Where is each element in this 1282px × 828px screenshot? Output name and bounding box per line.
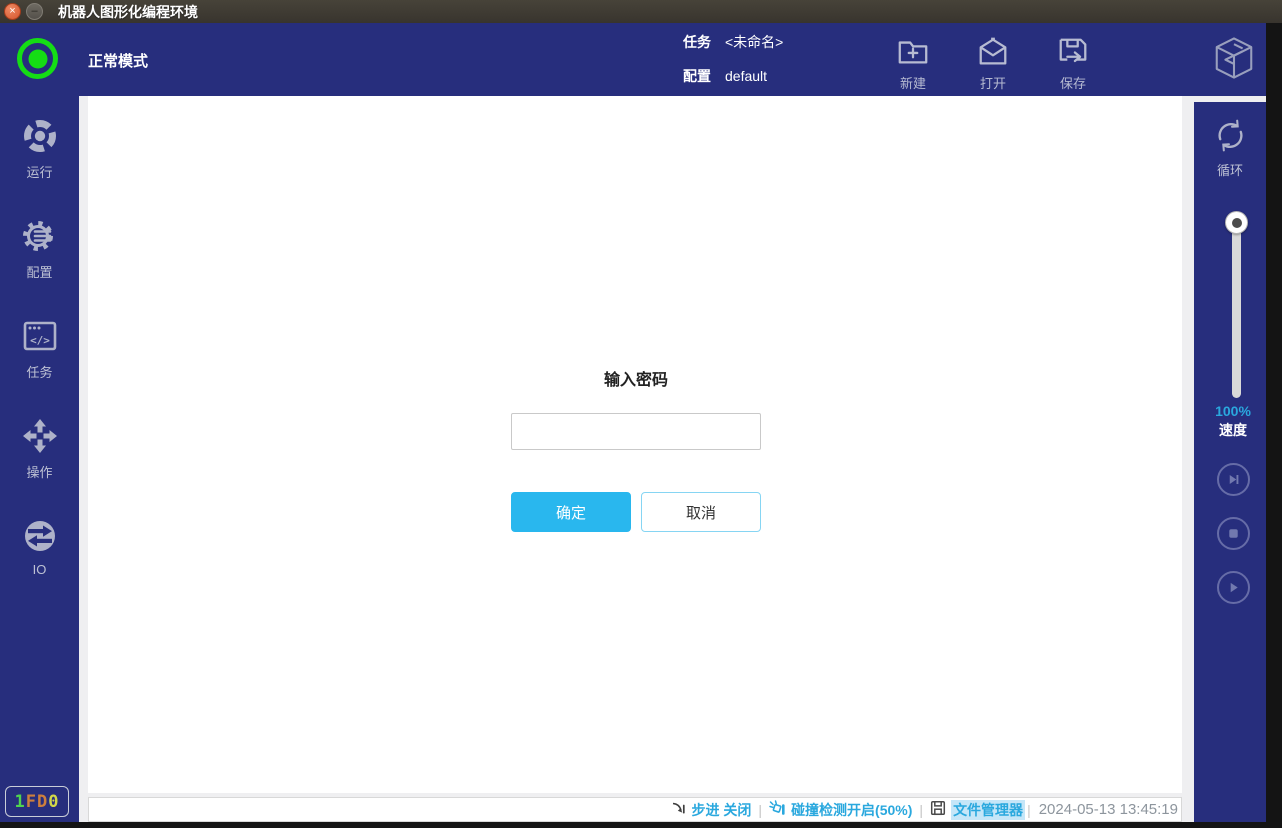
task-label: 任务 (683, 32, 711, 52)
cancel-button[interactable]: 取消 (641, 492, 761, 532)
app-header: 正常模式 任务 <未命名> 配置 default 新建 (0, 23, 1266, 96)
speed-label: 速度 (1200, 420, 1266, 440)
save-floppy-arrow-icon (1056, 35, 1090, 69)
new-folder-plus-icon (896, 35, 930, 69)
main-content: 输入密码 确定 取消 (88, 96, 1182, 793)
loop-cycle-icon (1212, 117, 1249, 154)
speed-slider-knob[interactable] (1225, 211, 1248, 234)
open-button[interactable]: 打开 (953, 35, 1033, 92)
file-manager-button[interactable]: 文件管理器 (930, 800, 1025, 820)
statusbar-separator: | (919, 802, 923, 818)
clock-timestamp: 2024-05-13 13:45:19 (1039, 801, 1178, 818)
step-arrow-icon (671, 800, 687, 819)
badge-part-1: 1 (15, 792, 26, 812)
statusbar-separator: | (1027, 802, 1031, 818)
sidebar-item-task[interactable]: </> 任务 (0, 317, 79, 381)
loop-button[interactable]: 循环 (1194, 117, 1266, 179)
speed-value: 100% (1200, 403, 1266, 419)
task-code-window-icon: </> (21, 317, 59, 355)
speed-readout: 100% 速度 (1194, 403, 1266, 440)
dialog-buttons: 确定 取消 (511, 492, 761, 532)
close-icon[interactable]: × (4, 3, 21, 20)
new-label: 新建 (900, 73, 926, 92)
task-value: <未命名> (725, 32, 783, 52)
file-manager-label: 文件管理器 (951, 800, 1025, 820)
app-window: 正常模式 任务 <未命名> 配置 default 新建 (0, 23, 1266, 822)
os-titlebar: × – 机器人图形化编程环境 (0, 0, 1282, 23)
loop-label: 循环 (1217, 160, 1243, 179)
badge-part-2: FD (26, 792, 48, 812)
ok-button[interactable]: 确定 (511, 492, 631, 532)
mode-indicator-icon[interactable] (17, 38, 58, 79)
step-mode-status[interactable]: 步进 关闭 (671, 800, 752, 820)
task-row: 任务 <未命名> (683, 32, 783, 52)
stop-icon (1226, 526, 1241, 541)
config-row: 配置 default (683, 66, 783, 86)
window-title: 机器人图形化编程环境 (58, 2, 198, 22)
dialog-title: 输入密码 (604, 366, 668, 390)
play-icon (1226, 580, 1241, 595)
open-envelope-icon (976, 35, 1010, 69)
sidebar-item-label: 任务 (26, 362, 52, 381)
save-label: 保存 (1060, 73, 1086, 92)
status-badge: 1FD0 (5, 786, 69, 817)
cube-logo-icon (1211, 35, 1257, 81)
sidebar-item-config[interactable]: 配置 (0, 217, 79, 281)
statusbar-separator: | (758, 802, 762, 818)
badge-part-3: 0 (48, 792, 59, 812)
sidebar-item-label: IO (33, 562, 47, 577)
config-label: 配置 (683, 66, 711, 86)
password-input[interactable] (511, 413, 761, 450)
config-value: default (725, 68, 767, 84)
stop-button[interactable] (1217, 517, 1250, 550)
screen: × – 机器人图形化编程环境 正常模式 任务 <未命名> 配置 default (0, 0, 1282, 828)
left-sidebar: 运行 配置 (0, 96, 79, 822)
sidebar-item-label: 操作 (26, 462, 52, 481)
sidebar-item-label: 运行 (26, 162, 52, 181)
run-target-icon (21, 117, 59, 155)
step-forward-button[interactable] (1217, 463, 1250, 496)
step-forward-icon (1226, 472, 1241, 487)
sidebar-item-io[interactable]: IO (0, 517, 79, 577)
sidebar-item-label: 配置 (26, 262, 52, 281)
open-label: 打开 (980, 73, 1006, 92)
file-manager-disk-icon (930, 800, 946, 819)
mode-label: 正常模式 (88, 50, 148, 71)
step-mode-label: 步进 关闭 (692, 800, 752, 820)
sidebar-item-operate[interactable]: 操作 (0, 417, 79, 481)
save-button[interactable]: 保存 (1033, 35, 1113, 92)
operate-move-arrows-icon (21, 417, 59, 455)
collision-detect-label: 碰撞检测开启(50%) (791, 800, 912, 820)
task-config-meta: 任务 <未命名> 配置 default (683, 32, 783, 86)
minimize-icon[interactable]: – (26, 3, 43, 20)
mode-indicator-dot (28, 49, 47, 68)
statusbar: 步进 关闭 | 碰撞检测开启(50%) | (88, 797, 1182, 822)
config-gear-icon (21, 217, 59, 255)
new-button[interactable]: 新建 (873, 35, 953, 92)
password-dialog: 输入密码 确定 取消 (511, 366, 761, 532)
sidebar-item-run[interactable]: 运行 (0, 117, 79, 181)
speed-slider-track[interactable] (1232, 222, 1241, 398)
io-swap-circle-icon (21, 517, 59, 555)
play-button[interactable] (1217, 571, 1250, 604)
collision-icon (769, 800, 786, 820)
svg-text:</>: </> (30, 334, 50, 347)
right-sidebar: 循环 100% 速度 (1194, 102, 1266, 822)
collision-detect-status[interactable]: 碰撞检测开启(50%) (769, 800, 912, 820)
